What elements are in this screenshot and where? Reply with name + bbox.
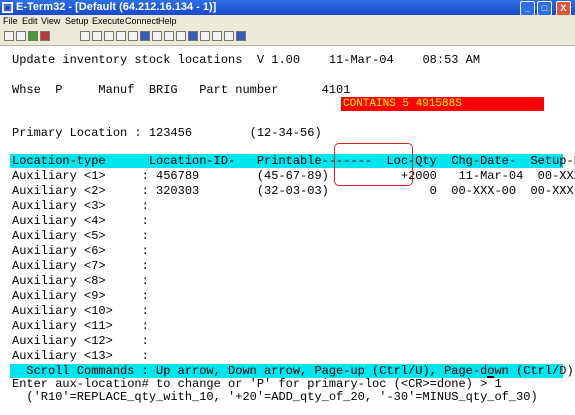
font-icon[interactable] [200,31,210,41]
menu-setup[interactable]: Setup [65,15,89,28]
table-row: Auxiliary <11> : [12,319,149,333]
connect-icon[interactable] [28,31,38,41]
paste-icon[interactable] [104,31,114,41]
menu-view[interactable]: View [41,15,60,28]
close-button[interactable]: X [556,1,571,16]
terminal-icon: ▣ [2,2,13,13]
menu-connect[interactable]: Connect [125,15,159,28]
minimize-button[interactable]: _ [520,1,535,16]
toolbar [0,28,575,46]
table-row: Auxiliary <9> : [12,289,149,303]
settings-icon[interactable] [188,31,198,41]
command-prompt: Enter aux-location# to change or 'P' for… [12,377,502,391]
loc-qty-annotation [334,143,413,186]
table-row: Auxiliary <1> : 456789 (45-67-89) +2000 … [12,169,575,183]
menu-edit[interactable]: Edit [22,15,38,28]
find-icon[interactable] [128,31,138,41]
column-header: Location-type Location-ID- Printable----… [12,154,575,168]
window-title: E-Term32 - [Default (64.212.16.134 - 1)] [16,1,217,13]
cut-icon[interactable] [80,31,90,41]
menu-file[interactable]: File [3,15,18,28]
record-icon[interactable] [152,31,162,41]
table-row: Auxiliary <4> : [12,214,149,228]
maximize-button[interactable]: □ [537,1,552,16]
table-row: Auxiliary <10> : [12,304,149,318]
open-icon[interactable] [16,31,26,41]
terminal-screen[interactable]: Update inventory stock locations V 1.00 … [0,46,575,415]
table-row: Auxiliary <2> : 320303 (32-03-03) 0 00-X… [12,184,575,198]
table-row: Auxiliary <8> : [12,274,149,288]
copy-icon[interactable] [92,31,102,41]
help-icon[interactable] [236,31,246,41]
new-icon[interactable] [4,31,14,41]
title-bar: ▣ E-Term32 - [Default (64.212.16.134 - 1… [0,0,575,16]
transfer-icon[interactable] [224,31,234,41]
table-row: Auxiliary <6> : [12,244,149,258]
command-hint: ('R10'=REPLACE_qty_with_10, '+20'=ADD_qt… [12,390,538,404]
keyboard-icon[interactable] [176,31,186,41]
disconnect-icon[interactable] [40,31,50,41]
play-icon[interactable] [164,31,174,41]
table-row: Auxiliary <5> : [12,229,149,243]
contains-banner: CONTAINS 5 491588S [341,97,544,111]
macro-icon[interactable] [140,31,150,41]
color-icon[interactable] [212,31,222,41]
menu-help[interactable]: Help [158,15,177,28]
menu-bar: File Edit View Setup Execute Connect Hel… [0,15,575,28]
table-row: Auxiliary <3> : [12,199,149,213]
table-row: Auxiliary <13> : [12,349,149,363]
screen-header: Update inventory stock locations V 1.00 … [12,53,481,67]
menu-execute[interactable]: Execute [92,15,125,28]
primary-location: Primary Location : 123456 (12-34-56) [12,126,322,140]
table-row: Auxiliary <12> : [12,334,149,348]
print-icon[interactable] [116,31,126,41]
table-row: Auxiliary <7> : [12,259,149,273]
text-cursor [487,376,494,378]
part-line: Whse P Manuf BRIG Part number 4101 [12,83,351,97]
